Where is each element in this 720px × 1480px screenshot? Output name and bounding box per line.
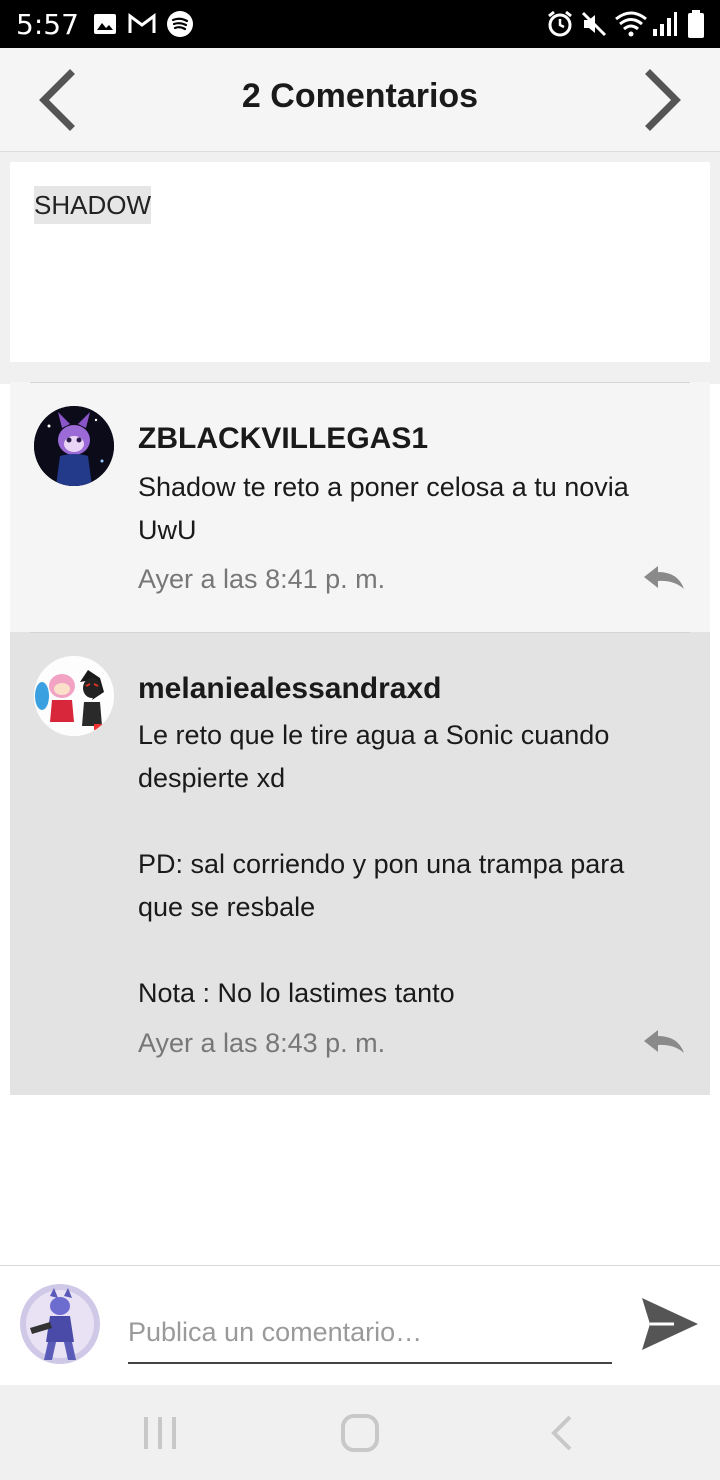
comment-username[interactable]: ZBLACKVILLEGAS1 xyxy=(138,422,428,456)
chevron-right-icon xyxy=(645,69,681,131)
comment-timestamp: Ayer a las 8:43 p. m. xyxy=(138,1028,386,1058)
comment-input[interactable] xyxy=(128,1302,612,1364)
recent-apps-icon xyxy=(144,1417,176,1449)
post-title: SHADOW xyxy=(34,186,151,224)
send-icon xyxy=(642,1298,698,1350)
status-time: 5:57 xyxy=(16,8,79,41)
signal-icon xyxy=(652,10,678,38)
post-card[interactable]: SHADOW xyxy=(10,162,710,362)
comment-item[interactable]: ZBLACKVILLEGAS1 Shadow te reto a poner c… xyxy=(10,382,710,632)
divider xyxy=(30,632,690,633)
back-icon xyxy=(551,1415,572,1451)
comment-timestamp: Ayer a las 8:41 p. m. xyxy=(138,564,386,594)
avatar[interactable] xyxy=(34,406,114,486)
comments-header: 2 Comentarios xyxy=(0,48,720,152)
spotify-icon xyxy=(166,10,194,38)
comment-username[interactable]: melaniealessandraxd xyxy=(138,672,442,706)
back-button[interactable] xyxy=(540,1413,584,1453)
reply-icon xyxy=(644,566,684,589)
reply-icon xyxy=(644,1030,684,1053)
mute-icon xyxy=(580,10,608,38)
image-icon xyxy=(92,10,118,38)
next-button[interactable] xyxy=(634,68,694,132)
system-nav-bar xyxy=(0,1385,720,1480)
status-bar: 5:57 xyxy=(0,0,720,48)
page-title: 2 Comentarios xyxy=(241,77,479,115)
comment-item[interactable]: melaniealessandraxd Le reto que le tire … xyxy=(10,632,710,1095)
send-button[interactable] xyxy=(640,1296,700,1352)
home-icon xyxy=(341,1414,379,1452)
my-avatar[interactable] xyxy=(20,1284,100,1364)
avatar[interactable] xyxy=(34,656,114,736)
comment-composer xyxy=(0,1265,720,1385)
home-button[interactable] xyxy=(338,1413,382,1453)
gmail-icon xyxy=(128,10,156,38)
divider xyxy=(30,382,690,383)
wifi-icon xyxy=(614,10,648,38)
reply-button[interactable] xyxy=(640,1026,686,1058)
alarm-icon xyxy=(546,10,574,38)
comment-text: Shadow te reto a poner celosa a tu novia… xyxy=(138,472,629,545)
reply-button[interactable] xyxy=(640,562,686,594)
recent-apps-button[interactable] xyxy=(138,1413,182,1453)
comment-text: Le reto que le tire agua a Sonic cuando … xyxy=(138,720,625,1008)
battery-icon xyxy=(686,10,706,38)
